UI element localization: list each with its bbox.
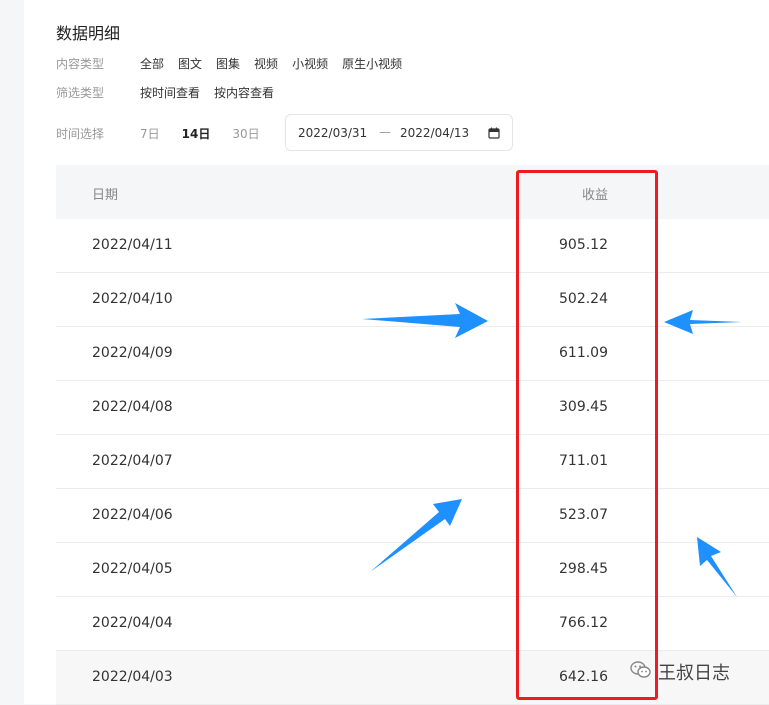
arrow-up-left-annotation <box>697 537 737 597</box>
wechat-icon <box>630 660 652 684</box>
arrow-up-right-annotation <box>370 499 462 572</box>
watermark: 王叔日志 <box>630 659 730 685</box>
arrow-left-annotation <box>664 310 742 334</box>
annotation-arrows <box>362 303 742 597</box>
arrow-right-annotation <box>362 303 488 338</box>
watermark-text: 王叔日志 <box>658 663 730 684</box>
